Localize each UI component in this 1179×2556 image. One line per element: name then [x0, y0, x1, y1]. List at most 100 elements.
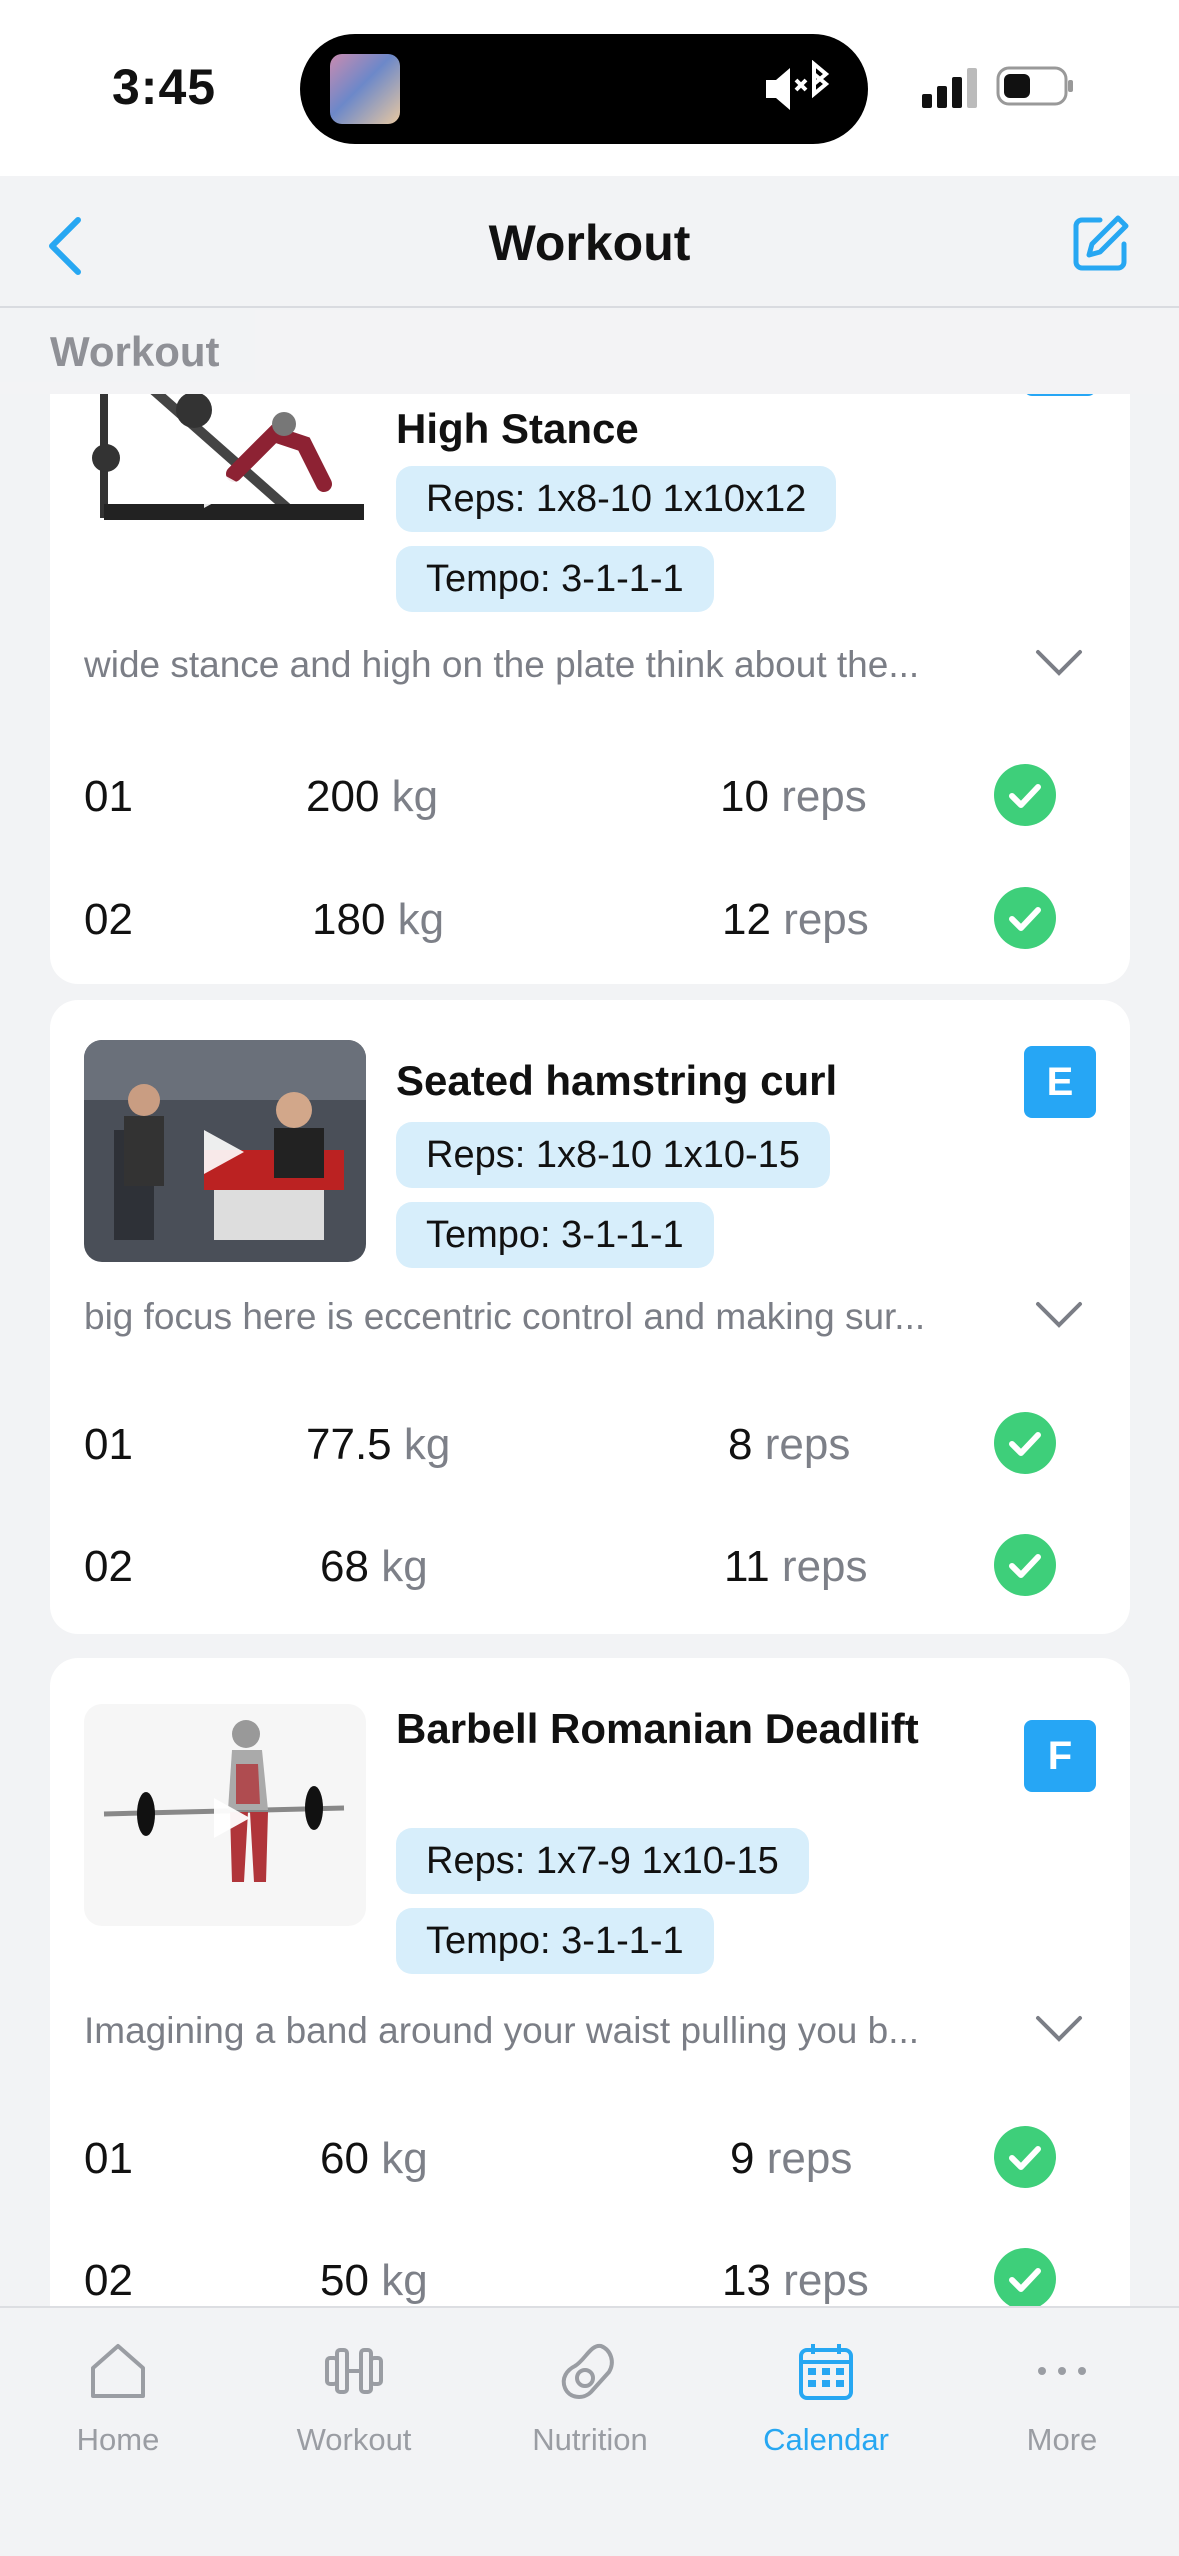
set-weight[interactable]: 50 kg [320, 2256, 428, 2306]
workout-list[interactable]: High Stance Reps: 1x8-10 1x10x12 Tempo: … [0, 394, 1179, 2306]
battery-icon [996, 66, 1073, 106]
reps-unit: reps [783, 895, 869, 944]
exercise-thumbnail[interactable] [84, 394, 366, 554]
set-weight[interactable]: 200 kg [306, 772, 438, 822]
set-weight[interactable]: 180 kg [312, 895, 444, 945]
reps-pill: Reps: 1x8-10 1x10x12 [396, 466, 837, 532]
reps-value: 12 [722, 895, 771, 944]
reps-unit: reps [764, 1420, 851, 1469]
reps-pill: Reps: 1x7-9 1x10-15 [396, 1828, 809, 1894]
set-weight[interactable]: 77.5 kg [306, 1420, 450, 1470]
section-header: Workout [0, 310, 1179, 394]
set-reps[interactable]: 11 reps [724, 1542, 868, 1592]
dumbbell-icon [325, 2348, 383, 2394]
tempo-pill: Tempo: 3-1-1-1 [396, 546, 714, 612]
weight-value: 77.5 [306, 1420, 392, 1469]
navigation-bar: Workout [0, 176, 1179, 308]
tab-label: Workout [296, 2422, 412, 2457]
now-playing-artwork [330, 54, 400, 124]
status-time: 3:45 [112, 59, 217, 115]
superset-tag: E [1024, 1046, 1096, 1118]
tab-label: Home [76, 2422, 160, 2457]
chevron-down-icon[interactable] [1034, 648, 1084, 678]
exercise-title: High Stance [396, 405, 639, 452]
chevron-down-icon[interactable] [1034, 1300, 1084, 1330]
reps-value: 13 [722, 2256, 771, 2305]
exercise-note[interactable]: Imagining a band around your waist pulli… [84, 2010, 1034, 2052]
cellular-signal-icon [922, 68, 977, 108]
set-number: 02 [84, 1542, 133, 1591]
checkmark-icon[interactable] [994, 1412, 1056, 1474]
set-row[interactable]: 02 180 kg 12 reps [84, 887, 1096, 957]
set-weight[interactable]: 60 kg [320, 2134, 428, 2184]
dynamic-island[interactable] [300, 34, 868, 144]
more-dots-icon [1038, 2367, 1086, 2375]
tab-calendar[interactable]: Calendar [708, 2338, 944, 2458]
set-reps[interactable]: 12 reps [722, 895, 869, 945]
reps-pill: Reps: 1x8-10 1x10-15 [396, 1122, 830, 1188]
set-row[interactable]: 01 200 kg 10 reps [84, 764, 1096, 834]
reps-unit: reps [766, 2134, 853, 2183]
exercise-card[interactable]: Seated hamstring curl Reps: 1x8-10 1x10-… [50, 1000, 1130, 1634]
tab-more[interactable]: More [944, 2338, 1179, 2458]
checkmark-icon[interactable] [994, 2126, 1056, 2188]
exercise-note[interactable]: big focus here is eccentric control and … [84, 1296, 1034, 1338]
reps-unit: reps [781, 1542, 868, 1591]
tab-label: More [1026, 2422, 1098, 2457]
exercise-title: Seated hamstring curl [396, 1057, 838, 1104]
set-reps[interactable]: 9 reps [730, 2134, 852, 2184]
tab-bar: Home Workout Nutrition Calendar More [0, 2306, 1179, 2556]
home-icon [91, 2344, 145, 2398]
edit-icon[interactable] [1070, 212, 1132, 274]
set-row[interactable]: 02 68 kg 11 reps [84, 1534, 1096, 1604]
exercise-note[interactable]: wide stance and high on the plate think … [84, 644, 1014, 686]
set-reps[interactable]: 13 reps [722, 2256, 869, 2306]
romanian-deadlift-image [103, 1720, 345, 1882]
set-reps[interactable]: 8 reps [728, 1420, 850, 1470]
tab-workout[interactable]: Workout [236, 2338, 472, 2458]
weight-value: 60 [320, 2134, 369, 2183]
reps-value: 10 [720, 772, 769, 821]
chevron-down-icon[interactable] [1034, 2014, 1084, 2044]
weight-value: 180 [312, 895, 386, 944]
checkmark-icon[interactable] [994, 2248, 1056, 2306]
hamstring-curl-image [84, 1040, 366, 1262]
leg-press-image [92, 394, 364, 520]
weight-unit: kg [397, 895, 445, 944]
superset-tag: F [1024, 1720, 1096, 1792]
weight-unit: kg [381, 1542, 428, 1591]
weight-unit: kg [381, 2134, 428, 2183]
set-number: 01 [84, 2134, 133, 2183]
set-row[interactable]: 02 50 kg 13 reps [84, 2248, 1096, 2306]
set-number: 02 [84, 2256, 133, 2305]
checkmark-icon[interactable] [994, 764, 1056, 826]
tab-home[interactable]: Home [0, 2338, 236, 2458]
checkmark-icon[interactable] [994, 887, 1056, 949]
set-row[interactable]: 01 60 kg 9 reps [84, 2126, 1096, 2196]
exercise-card[interactable]: High Stance Reps: 1x8-10 1x10x12 Tempo: … [50, 394, 1130, 984]
weight-unit: kg [391, 772, 439, 821]
weight-unit: kg [381, 2256, 428, 2305]
section-header-label: Workout [50, 328, 220, 375]
avocado-icon [561, 2343, 614, 2399]
set-reps[interactable]: 10 reps [720, 772, 867, 822]
reps-value: 11 [724, 1542, 770, 1591]
exercise-thumbnail[interactable] [84, 1040, 366, 1262]
set-weight[interactable]: 68 kg [320, 1542, 428, 1592]
weight-value: 200 [306, 772, 380, 821]
weight-value: 50 [320, 2256, 369, 2305]
exercise-card[interactable]: Barbell Romanian Deadlift Reps: 1x7-9 1x… [50, 1658, 1130, 2306]
page-title: Workout [488, 215, 691, 271]
reps-unit: reps [781, 772, 867, 821]
tab-label: Nutrition [532, 2422, 648, 2457]
set-number: 01 [84, 1420, 133, 1469]
tempo-pill: Tempo: 3-1-1-1 [396, 1908, 714, 1974]
tab-nutrition[interactable]: Nutrition [472, 2338, 708, 2458]
set-row[interactable]: 01 77.5 kg 8 reps [84, 1412, 1096, 1482]
weight-value: 68 [320, 1542, 369, 1591]
reps-unit: reps [783, 2256, 869, 2305]
exercise-thumbnail[interactable] [84, 1704, 366, 1926]
checkmark-icon[interactable] [994, 1534, 1056, 1596]
exercise-title: Barbell Romanian Deadlift [396, 1705, 919, 1752]
superset-tag: D [1024, 394, 1096, 396]
